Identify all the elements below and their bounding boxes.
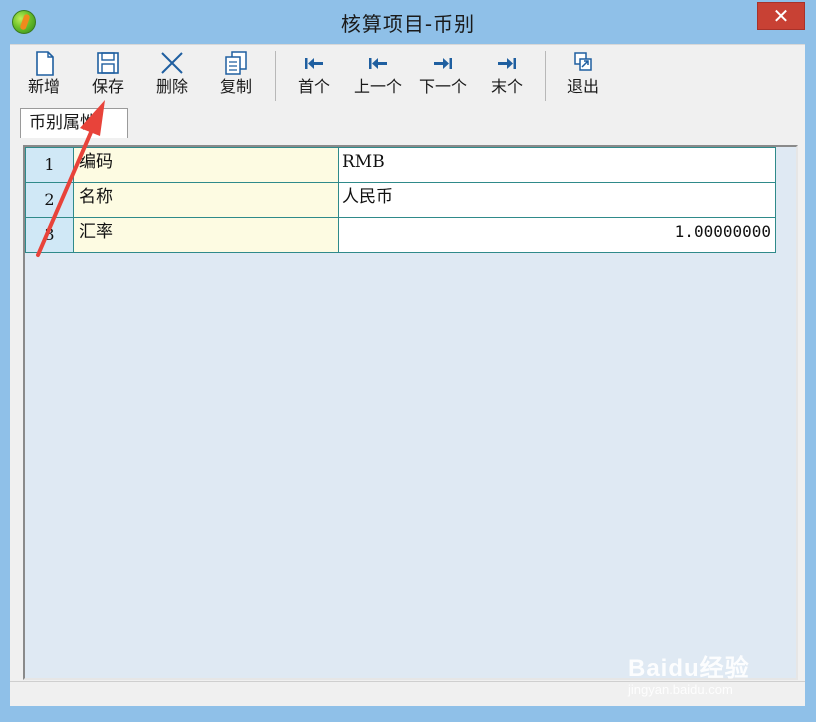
app-window: 核算项目-币别 ✕ 新增 保存 删除 复制 首个 上一个 下一个 末个 退出 币…: [0, 0, 816, 722]
property-name: 汇率: [73, 217, 339, 253]
watermark-url: jingyan.baidu.com: [628, 682, 733, 697]
tab-content: 1 编码 RMB 2 名称 人民币 3 汇率 1.00000000: [10, 138, 805, 681]
row-number: 3: [25, 217, 74, 253]
save-button-label: 保存: [91, 77, 124, 96]
exit-button-label: 退出: [566, 77, 599, 96]
next-record-icon: [434, 58, 452, 69]
property-name: 名称: [73, 182, 339, 218]
toolbar: 新增 保存 删除 复制 首个 上一个 下一个 末个 退出: [10, 44, 805, 106]
table-row: 3 汇率 1.00000000: [25, 217, 776, 253]
exit-icon: [574, 52, 592, 71]
first-record-button[interactable]: 首个: [290, 49, 338, 103]
delete-icon: [161, 52, 183, 74]
toolbar-separator: [545, 51, 546, 101]
watermark: Baidu经验 jingyan.baidu.com: [620, 636, 780, 706]
property-value-rate[interactable]: 1.00000000: [338, 217, 776, 253]
prev-record-button[interactable]: 上一个: [348, 49, 408, 103]
last-record-icon: [498, 58, 516, 69]
delete-button[interactable]: 删除: [148, 49, 196, 103]
next-record-label: 下一个: [418, 77, 467, 96]
next-record-button[interactable]: 下一个: [413, 49, 473, 103]
new-button-label: 新增: [27, 77, 60, 96]
copy-icon: [225, 51, 247, 75]
save-icon: [97, 52, 119, 74]
property-name: 编码: [73, 147, 339, 183]
tab-currency-properties[interactable]: 币别属性: [20, 108, 128, 138]
property-grid: 1 编码 RMB 2 名称 人民币 3 汇率 1.00000000: [25, 147, 776, 253]
first-record-icon: [305, 58, 323, 69]
title-bar[interactable]: 核算项目-币别 ✕: [0, 0, 816, 44]
last-record-label: 末个: [490, 77, 523, 96]
exit-button[interactable]: 退出: [559, 49, 607, 103]
property-grid-area: 1 编码 RMB 2 名称 人民币 3 汇率 1.00000000: [23, 145, 798, 680]
close-button[interactable]: ✕: [757, 2, 805, 30]
first-record-label: 首个: [297, 77, 330, 96]
tab-strip: 币别属性: [10, 104, 805, 138]
new-button[interactable]: 新增: [20, 49, 68, 103]
copy-button[interactable]: 复制: [212, 49, 260, 103]
last-record-button[interactable]: 末个: [483, 49, 531, 103]
property-value-code[interactable]: RMB: [338, 147, 776, 183]
watermark-brand: Baidu经验: [628, 655, 750, 682]
new-doc-icon: [36, 51, 54, 76]
property-value-name[interactable]: 人民币: [338, 182, 776, 218]
copy-button-label: 复制: [219, 77, 252, 96]
prev-record-label: 上一个: [353, 77, 402, 96]
delete-button-label: 删除: [155, 77, 188, 96]
toolbar-separator: [275, 51, 276, 101]
prev-record-icon: [369, 58, 387, 69]
window-title: 核算项目-币别: [340, 12, 476, 36]
table-row: 1 编码 RMB: [25, 147, 776, 183]
table-row: 2 名称 人民币: [25, 182, 776, 218]
row-number: 1: [25, 147, 74, 183]
row-number: 2: [25, 182, 74, 218]
save-button[interactable]: 保存: [84, 49, 132, 103]
